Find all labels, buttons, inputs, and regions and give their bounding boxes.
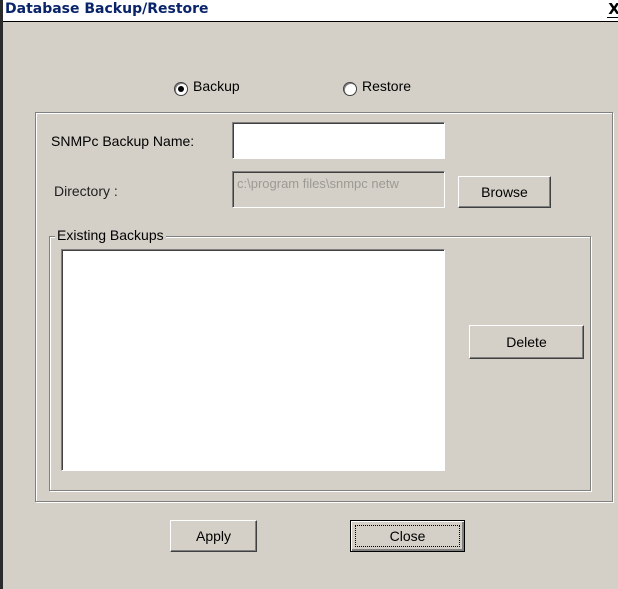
backup-radio-label[interactable]: Backup: [193, 78, 240, 94]
delete-button[interactable]: Delete: [469, 325, 584, 359]
browse-button[interactable]: Browse: [458, 176, 551, 208]
apply-button[interactable]: Apply: [170, 520, 257, 552]
backup-name-label: SNMPc Backup Name:: [51, 133, 195, 149]
title-bar: Database Backup/Restore X: [3, 0, 618, 21]
restore-radio[interactable]: [343, 82, 357, 96]
browse-button-label: Browse: [481, 184, 528, 200]
backup-name-input[interactable]: [232, 122, 445, 159]
directory-label: Directory :: [54, 183, 118, 199]
close-button-label: Close: [389, 528, 426, 544]
restore-radio-label[interactable]: Restore: [362, 78, 411, 94]
backup-radio[interactable]: [174, 82, 188, 96]
close-button[interactable]: Close: [350, 520, 465, 552]
close-icon[interactable]: X: [607, 0, 618, 19]
existing-backups-legend: Existing Backups: [55, 227, 166, 243]
title-bar-divider: [3, 21, 618, 22]
apply-button-label: Apply: [195, 528, 232, 544]
window-title: Database Backup/Restore: [5, 1, 209, 17]
directory-field: c:\program files\snmpc netw: [232, 171, 445, 208]
delete-button-label: Delete: [506, 334, 547, 350]
dialog-window: Database Backup/Restore X Backup Restore…: [0, 0, 618, 589]
existing-backups-list[interactable]: [61, 249, 445, 471]
